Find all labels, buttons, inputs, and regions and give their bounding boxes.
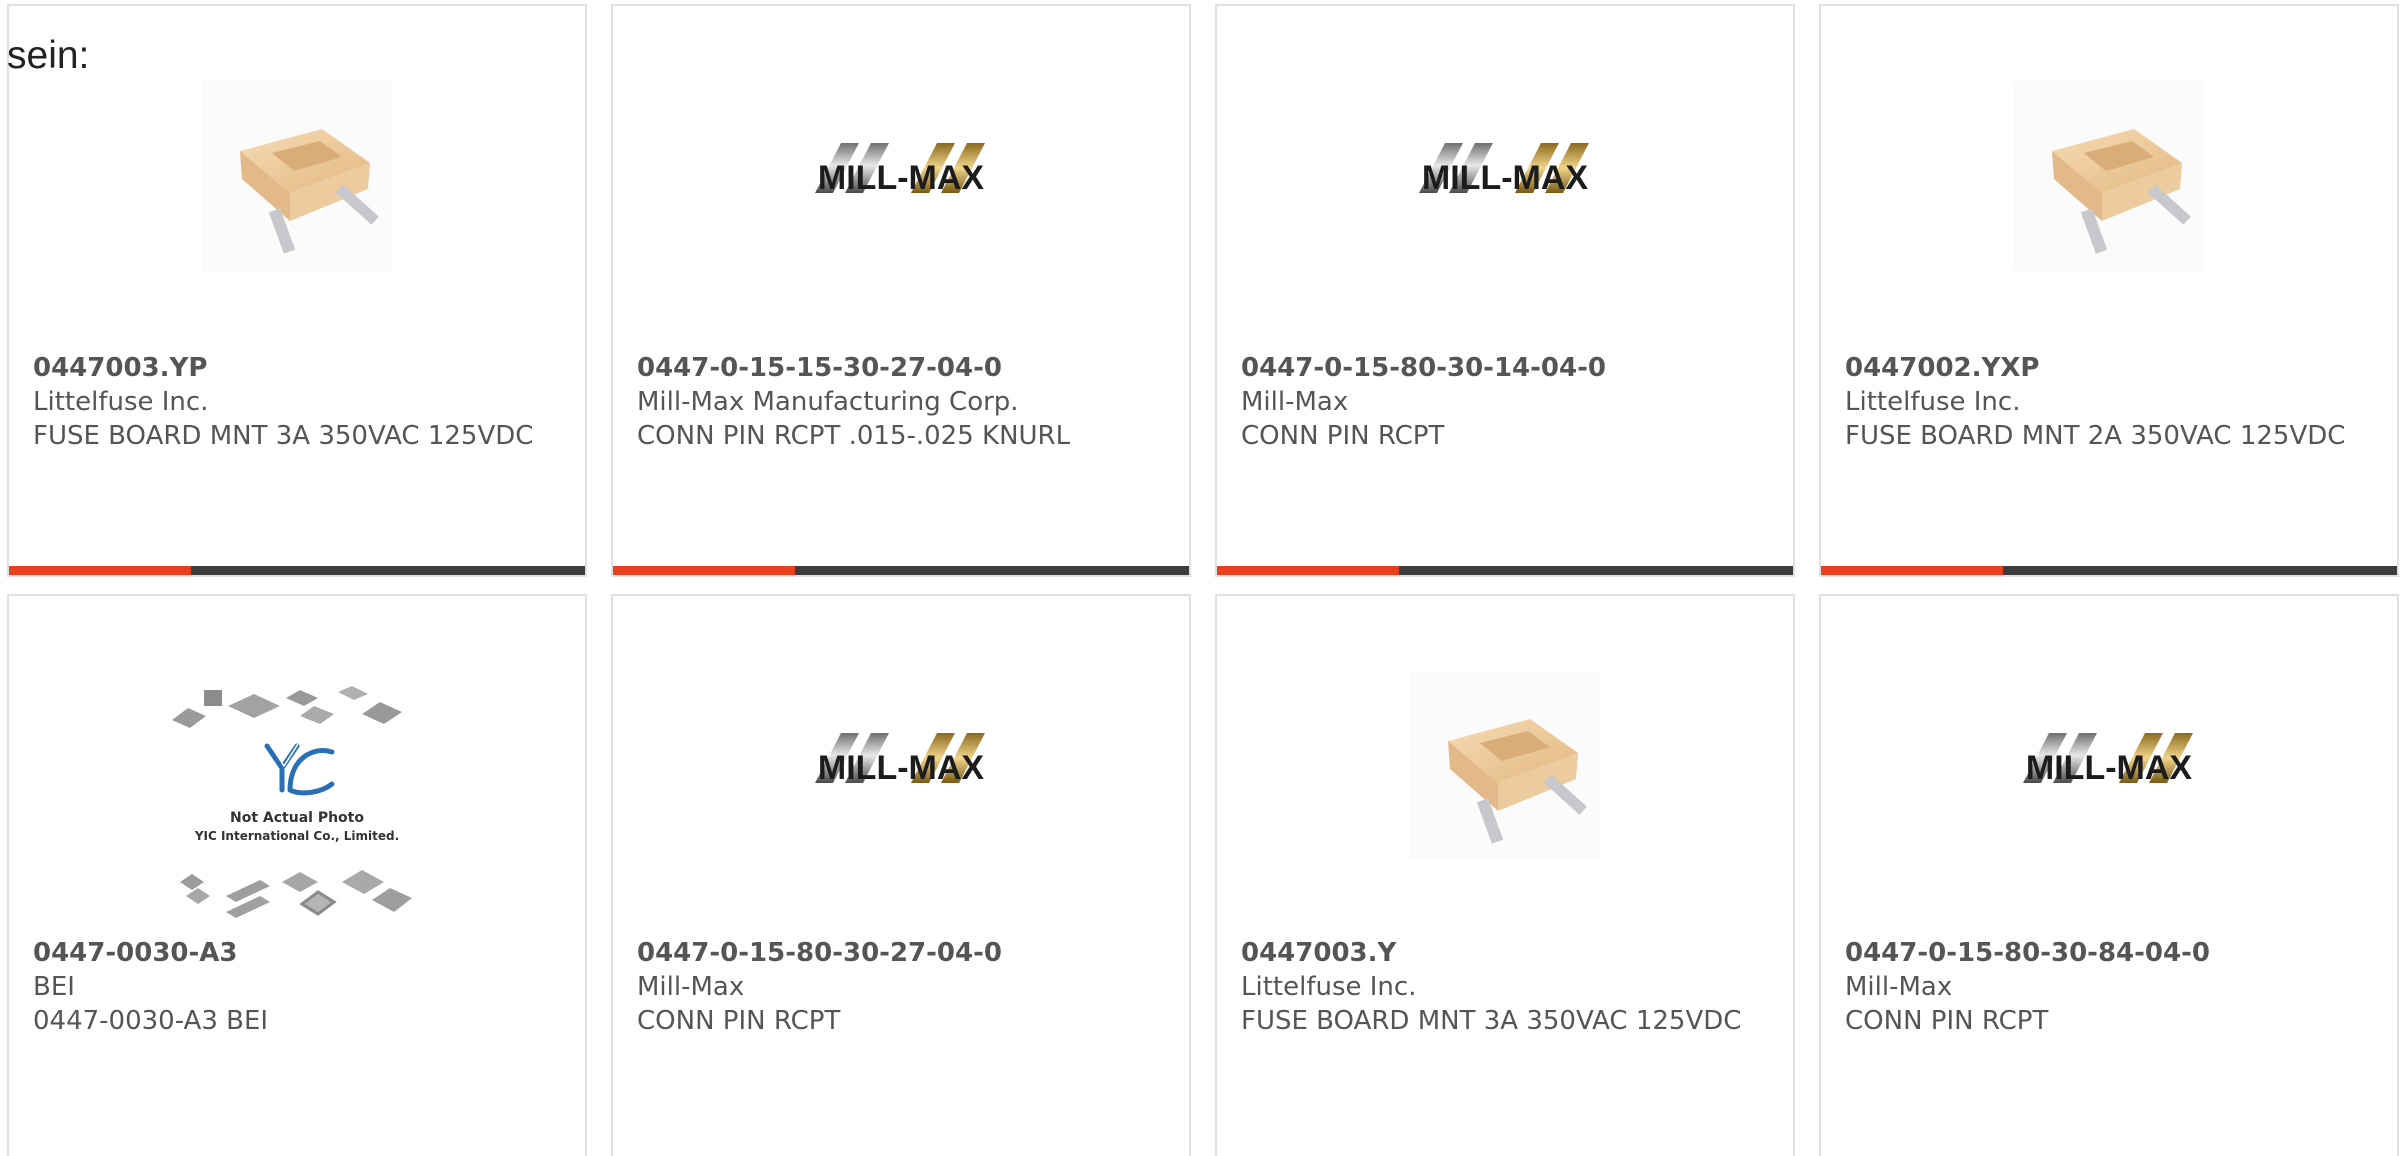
mill-max-logo-icon[interactable]: MILL-MAX [796,71,1006,281]
description: 0447-0030-A3 BEI [33,1006,269,1036]
product-info: 0447-0030-A3 BEI 0447-0030-A3 BEI [33,936,565,1038]
product-card[interactable]: MILL-MAX 0447-0-15-80-30-84-04-0 Mill-Ma… [1819,594,2399,1156]
product-card[interactable]: 0447003.Y Littelfuse Inc. FUSE BOARD MNT… [1215,594,1795,1156]
card-accent-bar [613,566,1189,575]
lead-text: sein: [7,34,90,77]
product-info: 0447-0-15-15-30-27-04-0 Mill-Max Manufac… [637,351,1169,453]
mill-max-logo-icon[interactable]: MILL-MAX [2004,661,2214,871]
product-grid-page: sein: 0447003.YP Littelfuse Inc. FUSE BO… [0,0,2400,1156]
product-card[interactable]: Not Actual Photo YIC International Co., … [7,594,587,1156]
product-info: 0447002.YXP Littelfuse Inc. FUSE BOARD M… [1845,351,2377,453]
description: CONN PIN RCPT .015-.025 KNURL [637,421,1071,451]
part-number[interactable]: 0447-0-15-80-30-14-04-0 [1241,351,1773,385]
placeholder-line2: YIC International Co., Limited. [194,829,399,843]
product-card[interactable]: 0447003.YP Littelfuse Inc. FUSE BOARD MN… [7,4,587,577]
manufacturer: Littelfuse Inc. [33,387,209,417]
product-card[interactable]: MILL-MAX 0447-0-15-80-30-14-04-0 Mill-Ma… [1215,4,1795,577]
part-number[interactable]: 0447-0-15-15-30-27-04-0 [637,351,1169,385]
manufacturer: Littelfuse Inc. [1241,972,1417,1002]
logo-text: MILL-MAX [2026,749,2193,787]
manufacturer: Mill-Max [637,972,745,1002]
logo-text: MILL-MAX [1422,159,1589,197]
part-number[interactable]: 0447003.YP [33,351,565,385]
card-accent-bar [9,566,585,575]
product-info: 0447003.YP Littelfuse Inc. FUSE BOARD MN… [33,351,565,453]
description: CONN PIN RCPT [1241,421,1445,451]
product-card[interactable]: MILL-MAX 0447-0-15-80-30-27-04-0 Mill-Ma… [611,594,1191,1156]
manufacturer: Littelfuse Inc. [1845,387,2021,417]
fuse-product-icon[interactable] [2004,71,2214,281]
part-number[interactable]: 0447002.YXP [1845,351,2377,385]
product-card[interactable]: 0447002.YXP Littelfuse Inc. FUSE BOARD M… [1819,4,2399,577]
mill-max-logo-icon[interactable]: MILL-MAX [1400,71,1610,281]
product-info: 0447003.Y Littelfuse Inc. FUSE BOARD MNT… [1241,936,1773,1038]
manufacturer: Mill-Max Manufacturing Corp. [637,387,1019,417]
part-number[interactable]: 0447-0-15-80-30-84-04-0 [1845,936,2377,970]
fuse-product-icon[interactable] [192,71,402,281]
description: FUSE BOARD MNT 2A 350VAC 125VDC [1845,421,2346,451]
mill-max-logo-icon[interactable]: MILL-MAX [796,661,1006,871]
manufacturer: Mill-Max [1845,972,1953,1002]
manufacturer: BEI [33,972,75,1002]
part-number[interactable]: 0447-0030-A3 [33,936,565,970]
product-info: 0447-0-15-80-30-27-04-0 Mill-Max CONN PI… [637,936,1169,1038]
product-card[interactable]: MILL-MAX 0447-0-15-15-30-27-04-0 Mill-Ma… [611,4,1191,577]
product-info: 0447-0-15-80-30-84-04-0 Mill-Max CONN PI… [1845,936,2377,1038]
logo-text: MILL-MAX [818,749,985,787]
placeholder-line1: Not Actual Photo [230,810,364,826]
fuse-product-icon[interactable] [1400,661,1610,871]
logo-text: MILL-MAX [818,159,985,197]
description: FUSE BOARD MNT 3A 350VAC 125VDC [33,421,534,451]
product-info: 0447-0-15-80-30-14-04-0 Mill-Max CONN PI… [1241,351,1773,453]
card-accent-bar [1217,566,1793,575]
yic-placeholder-icon[interactable]: Not Actual Photo YIC International Co., … [162,686,432,926]
description: CONN PIN RCPT [1845,1006,2049,1036]
description: CONN PIN RCPT [637,1006,841,1036]
card-accent-bar [1821,566,2397,575]
manufacturer: Mill-Max [1241,387,1349,417]
description: FUSE BOARD MNT 3A 350VAC 125VDC [1241,1006,1742,1036]
part-number[interactable]: 0447-0-15-80-30-27-04-0 [637,936,1169,970]
part-number[interactable]: 0447003.Y [1241,936,1773,970]
